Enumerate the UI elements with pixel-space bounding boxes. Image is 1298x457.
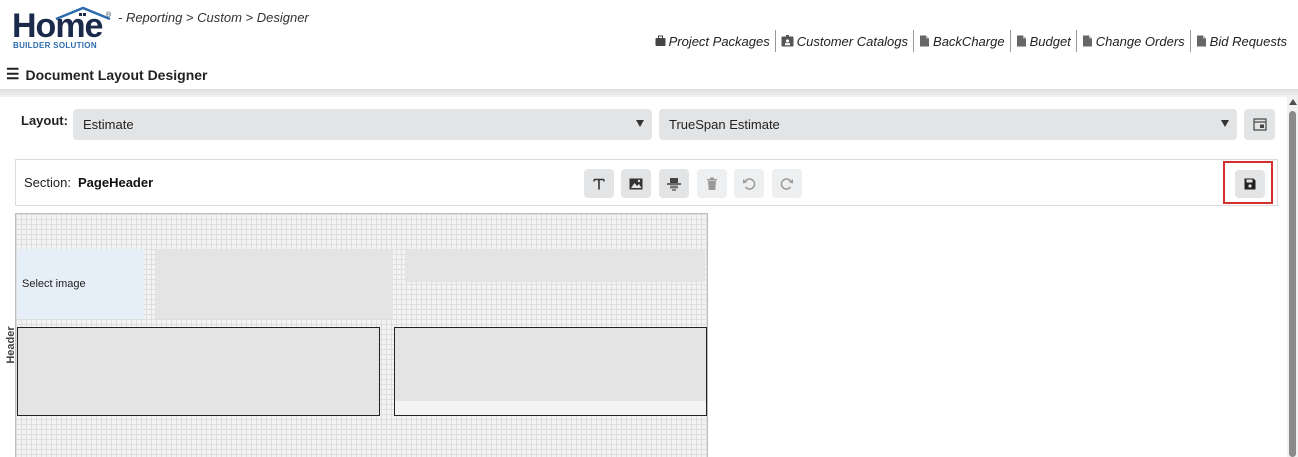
page-title: Document Layout Designer — [25, 67, 208, 83]
nav-project-packages[interactable]: Project Packages — [650, 30, 775, 52]
scroll-up-arrow-icon[interactable] — [1289, 99, 1297, 105]
layout-settings-icon — [1252, 118, 1267, 131]
hamburger-menu-icon[interactable]: ☰ — [6, 67, 19, 82]
layout-template-select[interactable]: TrueSpan Estimate — [659, 109, 1237, 140]
page-header: ☰ Document Layout Designer — [6, 67, 207, 83]
catalog-icon — [781, 35, 794, 47]
layout-type-value: Estimate — [83, 117, 134, 132]
header-divider — [0, 89, 1298, 97]
home-logo[interactable]: Home ® BUILDER SOLUTION — [12, 6, 112, 52]
nav-label: Budget — [1029, 33, 1071, 49]
layout-element[interactable] — [17, 327, 380, 416]
nav-customer-catalogs[interactable]: Customer Catalogs — [774, 30, 913, 52]
redo-icon — [780, 177, 793, 190]
section-label: Section: — [24, 175, 71, 190]
registered-mark: ® — [106, 12, 112, 19]
image-tool-button[interactable] — [621, 169, 651, 198]
trash-icon — [707, 177, 717, 190]
layout-label: Layout: — [21, 113, 68, 128]
image-placeholder[interactable]: Select image — [17, 249, 144, 319]
save-icon — [1244, 178, 1256, 190]
undo-button[interactable] — [734, 169, 764, 198]
nav-bid-requests[interactable]: Bid Requests — [1189, 30, 1292, 52]
save-button[interactable] — [1235, 170, 1265, 198]
undo-icon — [743, 177, 756, 190]
band-label: Header — [5, 326, 17, 364]
dropdown-caret-icon — [636, 120, 644, 127]
text-icon — [593, 178, 605, 189]
nav-label: Change Orders — [1095, 33, 1185, 49]
field-icon — [667, 177, 681, 191]
nav-label: Project Packages — [668, 33, 770, 49]
layout-element[interactable] — [155, 249, 393, 319]
breadcrumb: - Reporting > Custom > Designer — [118, 10, 309, 25]
nav-budget[interactable]: Budget — [1009, 30, 1076, 52]
dropdown-caret-icon — [1221, 120, 1229, 127]
logo-text: Home — [12, 7, 103, 45]
design-canvas[interactable]: Select image — [15, 213, 708, 457]
briefcase-icon — [655, 35, 666, 46]
document-icon — [1196, 35, 1206, 47]
image-placeholder-label: Select image — [22, 278, 86, 290]
text-tool-button[interactable] — [584, 169, 614, 198]
layout-settings-button[interactable] — [1244, 109, 1275, 140]
document-icon — [1016, 35, 1026, 47]
redo-button[interactable] — [772, 169, 802, 198]
nav-label: Bid Requests — [1209, 33, 1287, 49]
section-toolbar: Section: PageHeader — [15, 159, 1278, 206]
top-nav: Project Packages Customer Catalogs BackC… — [650, 30, 1292, 52]
image-icon — [629, 178, 643, 189]
field-tool-button[interactable] — [659, 169, 689, 198]
scrollbar-thumb[interactable] — [1289, 111, 1296, 457]
document-icon — [920, 35, 930, 47]
element-inner-gap — [395, 401, 706, 415]
layout-template-value: TrueSpan Estimate — [669, 117, 780, 132]
vertical-scrollbar[interactable] — [1287, 97, 1298, 457]
nav-label: Customer Catalogs — [796, 33, 909, 49]
document-icon — [1082, 35, 1092, 47]
layout-element[interactable] — [405, 249, 705, 282]
save-highlight — [1223, 161, 1273, 204]
layout-type-select[interactable]: Estimate — [73, 109, 652, 140]
logo-subtext: BUILDER SOLUTION — [13, 41, 97, 50]
nav-label: BackCharge — [933, 33, 1005, 49]
section-name: PageHeader — [78, 175, 154, 190]
nav-change-orders[interactable]: Change Orders — [1075, 30, 1190, 52]
nav-backcharge[interactable]: BackCharge — [913, 30, 1010, 52]
layout-element[interactable] — [394, 327, 707, 416]
delete-button[interactable] — [697, 169, 727, 198]
